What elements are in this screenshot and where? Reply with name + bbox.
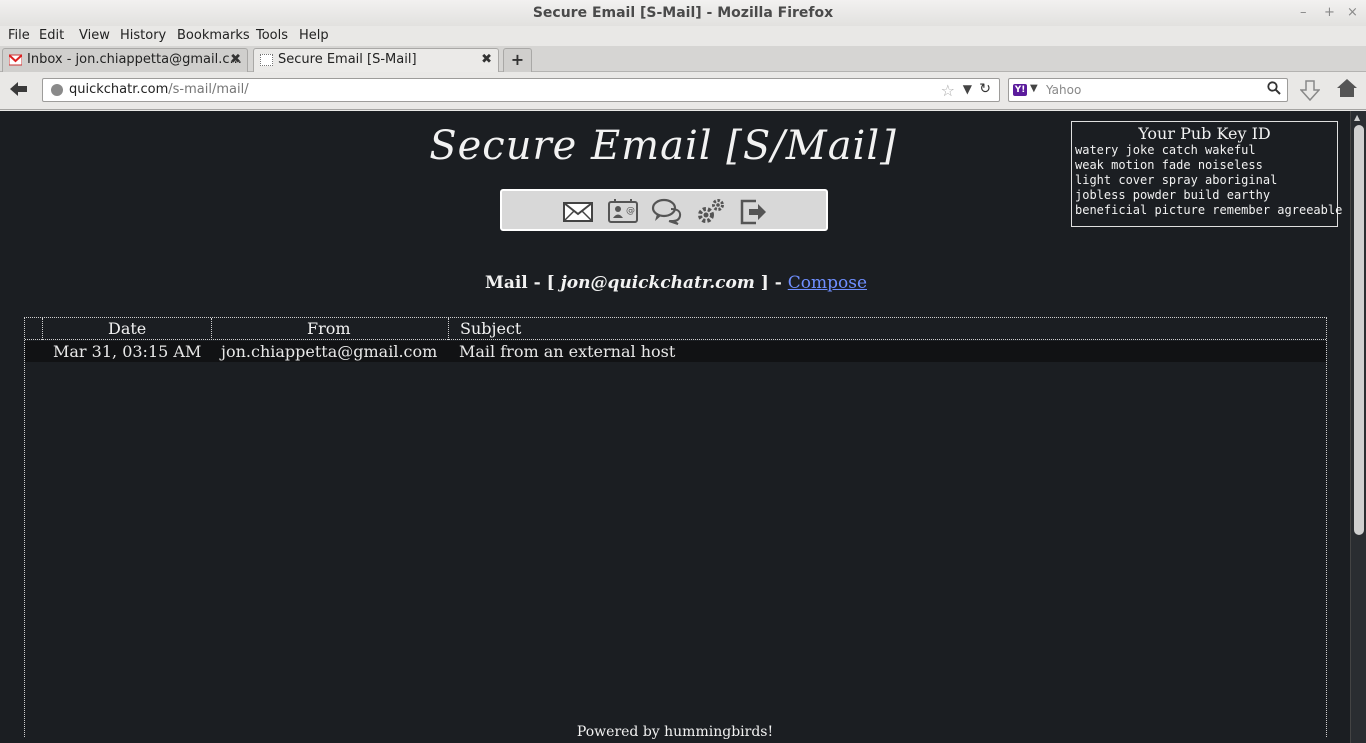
window-title: Secure Email [S-Mail] - Mozilla Firefox	[532, 5, 834, 21]
tab-label: Inbox - jon.chiappetta@gmail.c...	[27, 52, 242, 67]
contact-card-icon[interactable]: @	[607, 197, 639, 225]
url-text[interactable]: quickchatr.com/s-mail/mail/	[69, 82, 249, 97]
tab-close-icon[interactable]: ✖	[481, 49, 492, 71]
menu-view[interactable]: View	[79, 28, 110, 43]
chat-bubbles-icon[interactable]	[651, 197, 683, 225]
column-separator	[448, 318, 449, 340]
column-header-from[interactable]: From	[307, 318, 351, 339]
column-separator	[42, 318, 43, 340]
back-button[interactable]	[8, 81, 30, 99]
bookmark-star-icon[interactable]: ☆	[941, 81, 955, 100]
gmail-icon	[9, 54, 22, 66]
url-host: quickchatr.com	[69, 82, 169, 97]
cell-date[interactable]: Mar 31, 03:15 AM	[53, 341, 201, 362]
yahoo-engine-icon[interactable]: Y!	[1013, 84, 1027, 96]
logout-icon[interactable]	[738, 197, 770, 225]
tab-gmail-inbox[interactable]: Inbox - jon.chiappetta@gmail.c... ✖	[2, 48, 248, 72]
pub-key-line: weak motion fade noiseless	[1075, 158, 1263, 172]
scroll-up-arrow-icon[interactable]: ▲	[1354, 113, 1360, 122]
page-viewport: Secure Email [S/Mail] @ Your Pub Key ID …	[0, 111, 1366, 743]
navigation-bar: quickchatr.com/s-mail/mail/ ☆ ▼ ↻ Y! ▼ Y…	[0, 72, 1366, 110]
reload-icon[interactable]: ↻	[979, 81, 991, 97]
search-input[interactable]: Yahoo	[1046, 83, 1081, 97]
blank-page-icon	[260, 54, 273, 66]
mail-table-header: Date From Subject	[25, 318, 1326, 340]
pub-key-panel: Your Pub Key ID watery joke catch wakefu…	[1071, 121, 1343, 227]
minimize-button[interactable]: –	[1300, 0, 1307, 26]
back-arrow-icon	[10, 82, 27, 96]
pub-key-title: Your Pub Key ID	[1138, 124, 1271, 143]
mail-heading-suffix: ] -	[754, 273, 788, 293]
menu-help[interactable]: Help	[299, 28, 329, 43]
close-window-button[interactable]: ×	[1347, 0, 1358, 26]
url-history-dropdown-icon[interactable]: ▼	[963, 82, 972, 96]
menu-bookmarks[interactable]: Bookmarks	[177, 28, 250, 43]
cell-subject[interactable]: Mail from an external host	[459, 341, 675, 362]
tab-close-icon[interactable]: ✖	[230, 49, 241, 71]
pub-key-line: watery joke catch wakeful	[1075, 143, 1256, 157]
new-tab-button[interactable]: +	[503, 48, 532, 72]
mail-table: Date From Subject Mar 31, 03:15 AM jon.c…	[24, 317, 1327, 737]
column-header-subject[interactable]: Subject	[460, 318, 521, 339]
column-header-date[interactable]: Date	[108, 318, 146, 339]
table-row[interactable]: Mar 31, 03:15 AM jon.chiappetta@gmail.co…	[25, 341, 1326, 362]
home-icon[interactable]	[1336, 78, 1358, 103]
page-scrollbar[interactable]: ▲	[1350, 111, 1366, 743]
pub-key-line: beneficial picture remember agreeable	[1075, 203, 1343, 217]
search-engine-dropdown-icon[interactable]: ▼	[1030, 83, 1038, 94]
menu-tools[interactable]: Tools	[256, 28, 288, 43]
mail-address: jon@quickchatr.com	[560, 273, 755, 293]
app-toolbar: @	[500, 189, 828, 231]
site-identity-icon[interactable]	[51, 84, 63, 96]
url-path: /s-mail/mail/	[168, 82, 249, 97]
search-icon[interactable]	[1267, 81, 1281, 99]
settings-gears-icon[interactable]	[695, 197, 727, 225]
url-bar[interactable]: quickchatr.com/s-mail/mail/ ☆ ▼ ↻	[42, 78, 1000, 102]
compose-link[interactable]: Compose	[788, 273, 867, 293]
downloads-icon[interactable]	[1299, 80, 1321, 107]
mail-icon[interactable]	[562, 197, 594, 225]
pub-key-line: jobless powder build earthy	[1075, 188, 1271, 202]
mail-heading-prefix: Mail - [	[485, 273, 561, 293]
window-titlebar: Secure Email [S-Mail] - Mozilla Firefox …	[0, 0, 1366, 26]
maximize-button[interactable]: +	[1324, 0, 1335, 26]
svg-text:@: @	[626, 206, 635, 216]
menu-history[interactable]: History	[120, 28, 166, 43]
pub-key-line: light cover spray aboriginal	[1075, 173, 1278, 187]
page-footer: Powered by hummingbirds!	[576, 724, 774, 740]
menu-edit[interactable]: Edit	[39, 28, 64, 43]
menu-file[interactable]: File	[8, 28, 30, 43]
menu-bar: File Edit View History Bookmarks Tools H…	[0, 26, 1366, 46]
tab-label: Secure Email [S-Mail]	[278, 52, 417, 67]
tab-secure-email[interactable]: Secure Email [S-Mail] ✖	[253, 48, 499, 72]
scrollbar-thumb[interactable]	[1354, 125, 1364, 535]
column-separator	[211, 318, 212, 340]
search-bar[interactable]: Y! ▼ Yahoo	[1008, 78, 1288, 102]
mail-heading: Mail - [ jon@quickchatr.com ] - Compose	[0, 273, 1352, 293]
tab-strip: Inbox - jon.chiappetta@gmail.c... ✖ Secu…	[0, 46, 1366, 72]
cell-from[interactable]: jon.chiappetta@gmail.com	[221, 341, 437, 362]
